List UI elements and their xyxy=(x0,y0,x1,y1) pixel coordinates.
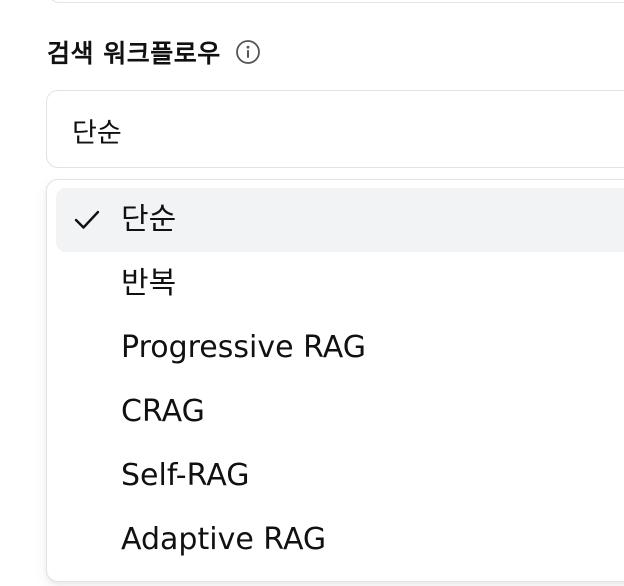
option-self-rag[interactable]: Self-RAG xyxy=(56,444,624,508)
workflow-field-label: 검색 워크플로우 xyxy=(47,39,221,68)
workflow-select[interactable]: 단순 xyxy=(46,90,624,168)
option-label: Progressive RAG xyxy=(121,330,366,365)
option-label: 반복 xyxy=(121,266,177,301)
option-adaptive-rag[interactable]: Adaptive RAG xyxy=(56,508,624,572)
workflow-dropdown-menu: 단순 반복 Progressive RAG CRAG Self-RAG Adap… xyxy=(46,179,624,582)
workflow-select-value: 단순 xyxy=(72,118,122,149)
option-iterative[interactable]: 반복 xyxy=(56,252,624,316)
option-label: Self-RAG xyxy=(121,458,250,493)
option-label: Adaptive RAG xyxy=(121,522,327,557)
option-simple[interactable]: 단순 xyxy=(56,188,624,252)
option-label: 단순 xyxy=(121,202,177,237)
previous-field-edge xyxy=(48,0,624,3)
option-progressive-rag[interactable]: Progressive RAG xyxy=(56,316,624,380)
field-label-row: 검색 워크플로우 xyxy=(47,34,261,70)
workflow-settings-panel: 검색 워크플로우 단순 단순 반복 Progressive RAG CRAG S… xyxy=(0,0,624,586)
info-icon[interactable] xyxy=(235,39,261,65)
option-label: CRAG xyxy=(121,394,205,429)
check-icon xyxy=(73,207,101,233)
option-crag[interactable]: CRAG xyxy=(56,380,624,444)
